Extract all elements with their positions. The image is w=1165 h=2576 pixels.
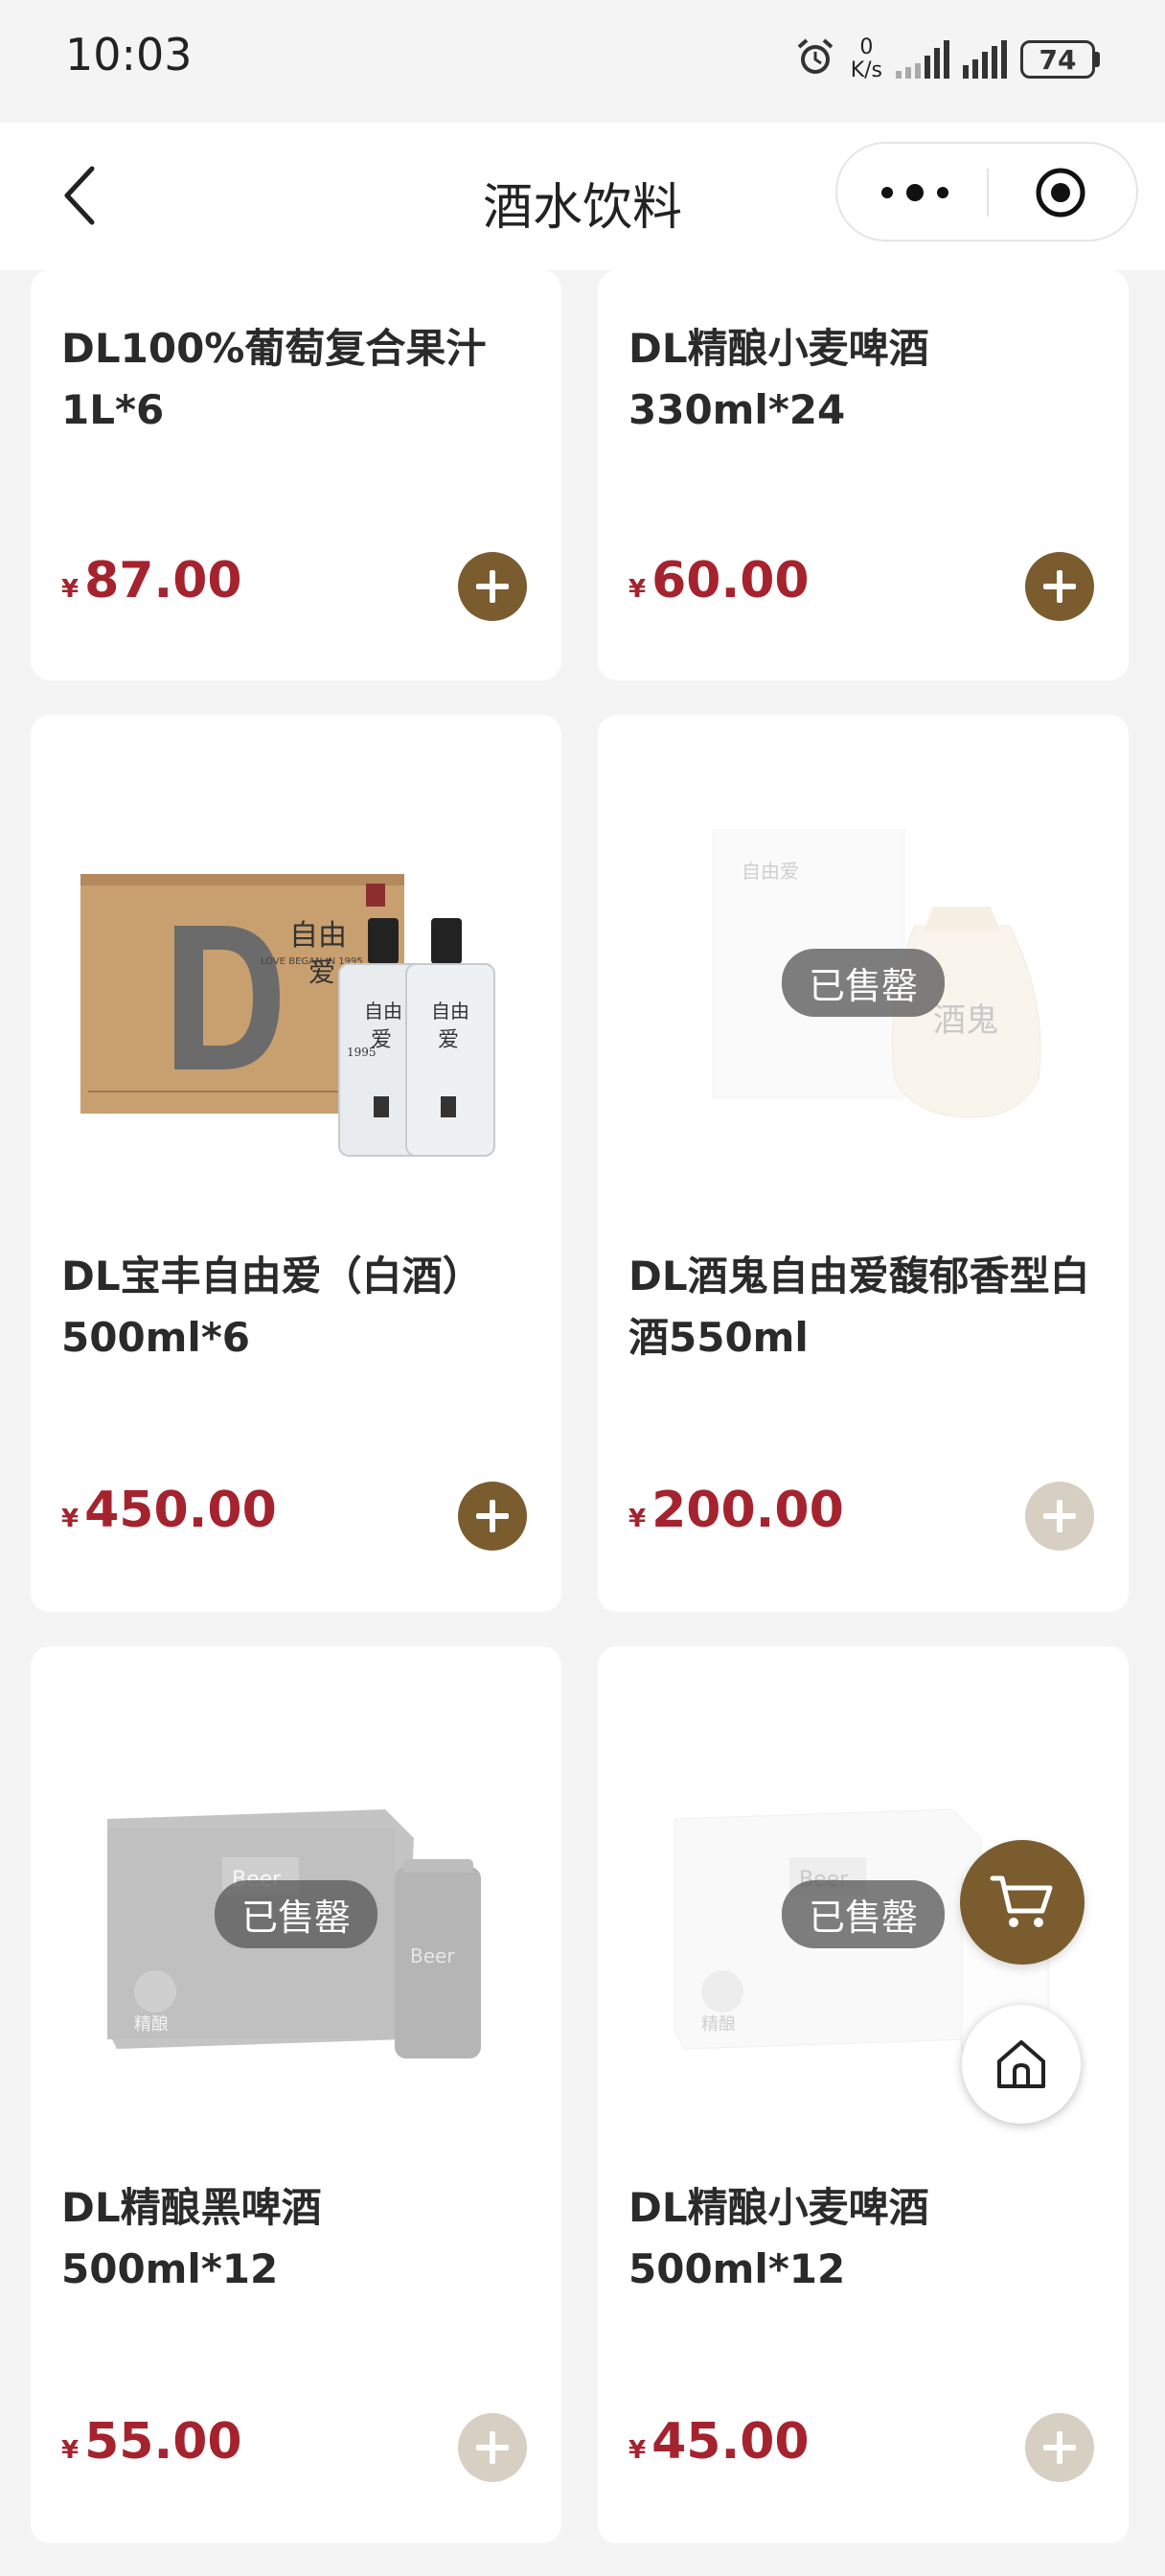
svg-text:Beer: Beer — [410, 1944, 455, 1967]
close-miniprogram-button[interactable] — [1035, 167, 1086, 218]
sold-out-badge: 已售罄 — [214, 1880, 378, 1948]
add-to-cart-button[interactable] — [458, 552, 527, 621]
target-icon — [1036, 168, 1085, 218]
net-speed-value: 0 — [859, 35, 874, 59]
product-image[interactable]: LOVE BEGAN IN 1995 自由 爱 自由 爱 1995 自由 爱 — [31, 715, 561, 1213]
product-name: DL精酿小麦啤酒500ml*12 — [628, 2184, 929, 2292]
add-to-cart-button[interactable] — [1025, 1482, 1094, 1551]
product-card[interactable]: 自由爱 酒鬼 已售罄 DL酒鬼自由爱馥郁香型白酒550ml ¥200.00 — [598, 715, 1129, 1612]
net-speed-unit: K/s — [850, 58, 882, 82]
cart-icon — [990, 1875, 1053, 1927]
svg-text:酒鬼: 酒鬼 — [933, 1001, 998, 1040]
product-price: ¥55.00 — [61, 2413, 242, 2471]
more-button[interactable] — [881, 171, 948, 215]
add-to-cart-button[interactable] — [458, 1482, 527, 1551]
network-speed: 0 K/s — [851, 36, 882, 82]
svg-text:自由: 自由 — [431, 1000, 469, 1023]
sold-out-badge: 已售罄 — [781, 1880, 946, 1948]
product-name: DL精酿黑啤酒500ml*12 — [61, 2184, 322, 2292]
product-price: ¥450.00 — [61, 1482, 277, 1539]
product-name: DL精酿小麦啤酒330ml*24 — [628, 325, 929, 433]
signal-icon — [963, 40, 1007, 79]
product-price: ¥45.00 — [628, 2413, 810, 2471]
home-button[interactable] — [962, 2005, 1081, 2124]
product-card[interactable]: DL精酿小麦啤酒330ml*24 ¥60.00 — [598, 270, 1129, 680]
more-icon — [881, 184, 948, 201]
svg-text:爱: 爱 — [308, 956, 335, 988]
product-price: ¥60.00 — [628, 552, 810, 610]
product-price: ¥87.00 — [61, 552, 242, 610]
svg-text:自由爱: 自由爱 — [742, 860, 799, 883]
cart-button[interactable] — [960, 1840, 1085, 1965]
svg-text:爱: 爱 — [438, 1028, 459, 1052]
miniprogram-capsule — [835, 142, 1138, 242]
add-to-cart-button[interactable] — [1025, 2413, 1094, 2482]
status-icons: 0 K/s 74 — [793, 33, 1100, 86]
status-time: 10:03 — [65, 29, 193, 80]
svg-text:1995: 1995 — [347, 1046, 377, 1059]
add-to-cart-button[interactable] — [458, 2413, 527, 2482]
svg-text:精酿: 精酿 — [134, 2014, 169, 2035]
home-icon — [997, 2040, 1045, 2088]
product-name: DL100%葡萄复合果汁1L*6 — [61, 325, 487, 433]
status-bar: 10:03 0 K/s 74 — [0, 0, 1165, 123]
product-card[interactable]: Beer 精酿 Beer 已售罄 DL精酿黑啤酒500ml*12 ¥55.00 — [31, 1646, 561, 2543]
product-name: DL酒鬼自由爱馥郁香型白酒550ml — [628, 1253, 1090, 1361]
battery-level: 74 — [1020, 40, 1095, 79]
sold-out-badge: 已售罄 — [781, 949, 946, 1017]
signal-icon — [896, 40, 949, 79]
alarm-icon — [793, 35, 837, 83]
svg-text:精酿: 精酿 — [701, 2014, 736, 2035]
svg-text:自由: 自由 — [289, 919, 347, 953]
product-name: DL宝丰自由爱（白酒）500ml*6 — [61, 1253, 483, 1361]
nav-bar: 酒水饮料 — [0, 123, 1165, 270]
product-card[interactable]: LOVE BEGAN IN 1995 自由 爱 自由 爱 1995 自由 爱 D… — [31, 715, 561, 1612]
product-card[interactable]: DL100%葡萄复合果汁1L*6 ¥87.00 — [31, 270, 561, 680]
svg-text:自由: 自由 — [364, 1000, 402, 1023]
add-to-cart-button[interactable] — [1025, 552, 1094, 621]
battery-icon: 74 — [1020, 40, 1100, 79]
product-price: ¥200.00 — [628, 1482, 844, 1539]
